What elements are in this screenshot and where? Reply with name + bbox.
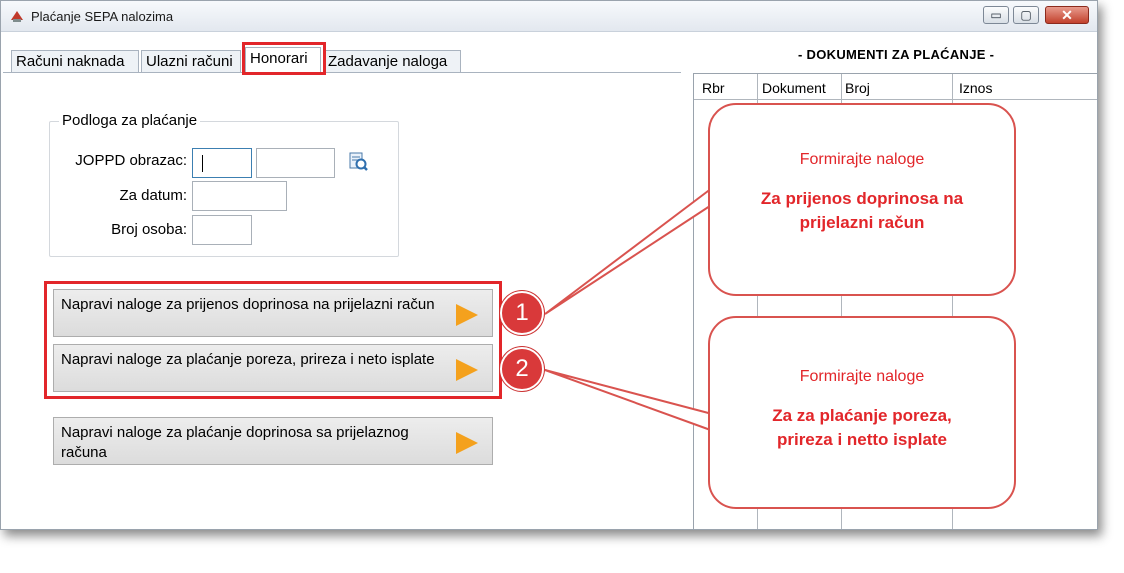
callout-2-text: Za za plaćanje poreza, prireza i netto i…	[772, 406, 952, 449]
button-label: Napravi naloge za plaćanje doprinosa sa …	[61, 424, 409, 461]
column-header-rbr[interactable]: Rbr	[702, 80, 725, 96]
column-header-iznos[interactable]: Iznos	[959, 80, 992, 96]
callout-1-text: Za prijenos doprinosa na prijelazni raču…	[760, 189, 964, 232]
step-badge-1: 1	[500, 291, 544, 335]
broj-osoba-label: Broj osoba:	[111, 221, 187, 238]
maximize-icon: ▢	[1020, 8, 1032, 22]
joppd-label: JOPPD obrazac:	[75, 152, 187, 169]
joppd-input-2[interactable]	[256, 148, 335, 178]
close-button[interactable]: ✕	[1045, 6, 1089, 24]
tab-zadavanje-naloga[interactable]: Zadavanje naloga	[323, 50, 461, 72]
maximize-button[interactable]: ▢	[1013, 6, 1039, 24]
title-bar: Plaćanje SEPA nalozima ▭ ▢ ✕	[1, 1, 1097, 32]
minimize-icon: ▭	[990, 8, 1002, 22]
tab-ulazni-racuni[interactable]: Ulazni računi	[141, 50, 241, 72]
documents-title: - DOKUMENTI ZA PLAĆANJE -	[798, 47, 995, 62]
joppd-input-1[interactable]	[192, 148, 252, 178]
callout-2: Formirajte naloge Za za plaćanje poreza,…	[708, 316, 1016, 509]
za-datum-input[interactable]	[192, 181, 287, 211]
buttons-highlight	[44, 281, 502, 399]
text-caret	[202, 155, 203, 172]
close-icon: ✕	[1061, 7, 1073, 23]
podloga-group-title: Podloga za plaćanje	[59, 112, 201, 129]
broj-osoba-input[interactable]	[192, 215, 252, 245]
minimize-button[interactable]: ▭	[983, 6, 1009, 24]
column-header-dokument[interactable]: Dokument	[762, 80, 826, 96]
callout-1-heading: Formirajte naloge	[799, 151, 925, 168]
callout-2-heading: Formirajte naloge	[799, 368, 925, 385]
step-badge-2: 2	[500, 347, 544, 391]
window-title: Plaćanje SEPA nalozima	[31, 9, 174, 24]
play-icon	[456, 432, 478, 454]
honorari-tab-highlight	[242, 42, 326, 75]
column-header-broj[interactable]: Broj	[845, 80, 870, 96]
app-icon	[11, 11, 23, 22]
lookup-icon[interactable]	[347, 151, 369, 173]
tab-racuni-naknada[interactable]: Računi naknada	[11, 50, 139, 72]
header-divider	[694, 99, 1097, 100]
za-datum-label: Za datum:	[119, 187, 187, 204]
placanje-doprinosa-button[interactable]: Napravi naloge za plaćanje doprinosa sa …	[53, 417, 493, 465]
callout-1: Formirajte naloge Za prijenos doprinosa …	[708, 103, 1016, 296]
